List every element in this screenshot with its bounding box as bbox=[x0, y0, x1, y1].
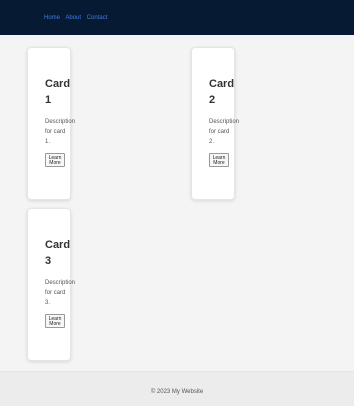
card-2: Card 2 Description for card 2. Learn Mor… bbox=[191, 47, 240, 200]
card-description: Description for card 2. bbox=[209, 119, 240, 145]
nav-link-contact[interactable]: Contact bbox=[87, 15, 108, 21]
site-header: Home About Contact bbox=[0, 0, 354, 35]
learn-more-button[interactable]: Learn More bbox=[45, 314, 65, 328]
card-title: Card 3 bbox=[45, 239, 71, 267]
card-title: Card 1 bbox=[45, 78, 71, 106]
nav-link-home[interactable]: Home bbox=[44, 15, 60, 21]
learn-more-button[interactable]: Learn More bbox=[209, 153, 229, 167]
card-3: Card 3 Description for card 3. Learn Mor… bbox=[27, 208, 76, 361]
main-nav: Home About Contact bbox=[44, 14, 111, 22]
card-description: Description for card 3. bbox=[45, 280, 76, 306]
card-description: Description for card 1. bbox=[45, 119, 76, 145]
page: Home About Contact Card 1 Description fo… bbox=[0, 0, 354, 406]
cards-section: Card 1 Description for card 1. Learn Mor… bbox=[0, 35, 354, 371]
card-1: Card 1 Description for card 1. Learn Mor… bbox=[27, 47, 76, 200]
nav-link-about[interactable]: About bbox=[65, 15, 81, 21]
site-footer: © 2023 My Website bbox=[0, 371, 354, 406]
copyright-text: © 2023 My Website bbox=[150, 389, 204, 395]
card-title: Card 2 bbox=[209, 78, 235, 106]
learn-more-button[interactable]: Learn More bbox=[45, 153, 65, 167]
